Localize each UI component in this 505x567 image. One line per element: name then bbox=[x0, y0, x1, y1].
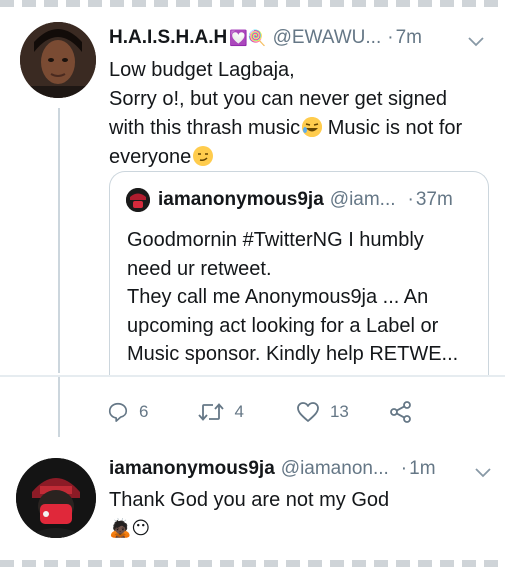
tweet-text: Low budget Lagbaja, Sorry o!, but you ca… bbox=[109, 56, 489, 172]
quoted-tweet-header: iamanonymous9ja @iam... · 37m bbox=[126, 188, 453, 212]
timestamp[interactable]: 1m bbox=[409, 458, 435, 480]
bottom-dashed-border bbox=[0, 560, 505, 567]
quoted-handle: @iam... bbox=[329, 189, 396, 210]
tweet-line: Low budget Lagbaja, bbox=[109, 59, 295, 81]
tweet-header: iamanonymous9ja @iamanon... · 1m bbox=[109, 458, 436, 480]
avatar[interactable] bbox=[20, 22, 96, 98]
thread-line bbox=[58, 377, 60, 437]
quoted-line: Music sponsor. Kindly help RETWE... bbox=[127, 343, 459, 365]
quoted-line: They call me Anonymous9ja ... An bbox=[127, 286, 429, 308]
tweet-line: everyone bbox=[109, 143, 489, 172]
smirk-emoji-icon bbox=[193, 146, 214, 166]
display-name[interactable]: H.A.I.S.H.A.H bbox=[109, 27, 227, 49]
chevron-down-icon[interactable] bbox=[468, 34, 484, 52]
separator-dot: · bbox=[387, 27, 394, 48]
quoted-avatar bbox=[126, 188, 150, 212]
retweet-count: 4 bbox=[234, 402, 244, 421]
tweet-line-part: with this thrash music bbox=[109, 117, 301, 139]
like-button[interactable]: 13 bbox=[296, 401, 349, 423]
user-photo-icon bbox=[16, 458, 96, 538]
separator-dot: · bbox=[407, 189, 414, 210]
reply-button[interactable]: 6 bbox=[107, 401, 148, 423]
tweet-line-part: everyone bbox=[109, 146, 192, 168]
like-icon bbox=[297, 402, 319, 422]
action-bar: 6 4 13 bbox=[107, 400, 413, 424]
share-button[interactable] bbox=[389, 400, 413, 424]
quoted-display-name: iamanonymous9ja bbox=[158, 189, 324, 210]
emoji-line: 🙇🏿😶 bbox=[109, 518, 151, 538]
tweet-header: H.A.I.S.H.A.H 💟🍭 @EWAWU... · 7m bbox=[109, 27, 422, 49]
quoted-tweet[interactable]: iamanonymous9ja @iam... · 37m Goodmornin… bbox=[109, 171, 489, 375]
user-photo-icon bbox=[20, 22, 96, 98]
quoted-line: upcoming act looking for a Label or bbox=[127, 314, 439, 337]
reply-icon bbox=[108, 402, 128, 422]
quoted-line: Goodmornin #TwitterNG I humbly bbox=[127, 229, 424, 251]
user-handle[interactable]: @iamanon... bbox=[281, 458, 389, 480]
quoted-tweet-text: Goodmornin #TwitterNG I humbly need ur r… bbox=[127, 226, 477, 369]
separator-dot: · bbox=[400, 458, 408, 479]
timestamp[interactable]: 7m bbox=[396, 27, 422, 49]
name-emoji: 💟🍭 bbox=[229, 30, 267, 47]
tweet-line-part: Music is not for bbox=[327, 117, 463, 139]
user-handle[interactable]: @EWAWU... bbox=[273, 27, 382, 49]
tweet-line: Sorry o!, but you can never get signed bbox=[109, 88, 447, 110]
display-name[interactable]: iamanonymous9ja bbox=[109, 458, 275, 480]
retweet-button[interactable]: 4 bbox=[198, 401, 244, 423]
laughing-emoji-icon bbox=[302, 117, 323, 137]
quoted-line: need ur retweet. bbox=[127, 257, 272, 280]
thread-line bbox=[58, 108, 60, 373]
quoted-timestamp: 37m bbox=[415, 189, 453, 210]
top-dashed-border bbox=[0, 0, 505, 7]
retweet-icon bbox=[198, 403, 225, 421]
tweet-text: Thank God you are not my God 🙇🏿😶 bbox=[109, 486, 489, 541]
tweet-line: with this thrash music Music is not for bbox=[109, 114, 489, 143]
chevron-down-icon[interactable] bbox=[475, 465, 491, 483]
avatar[interactable] bbox=[16, 458, 96, 538]
like-count: 13 bbox=[329, 402, 349, 421]
reply-count: 6 bbox=[139, 402, 149, 421]
divider bbox=[0, 375, 505, 377]
share-icon bbox=[389, 401, 411, 423]
tweet-line: Thank God you are not my God bbox=[109, 489, 390, 511]
